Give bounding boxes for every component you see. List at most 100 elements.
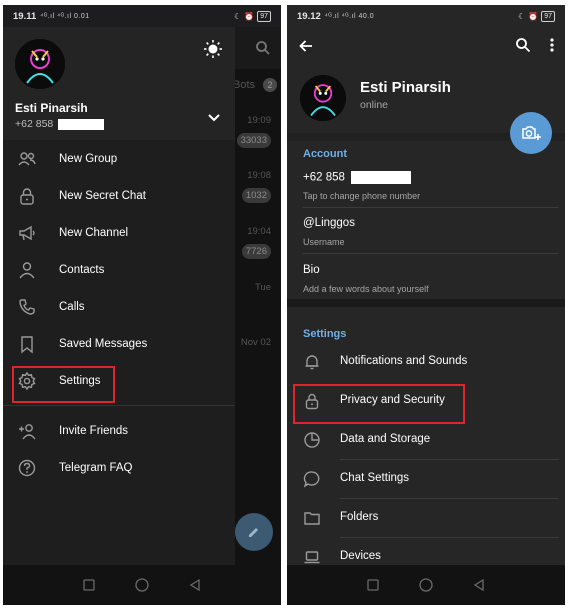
chat-list-behind: Bots 2 19:09 33033 19:08 1032 19:04 7726… — [233, 27, 281, 567]
signal-indicators: ⁴ᴳ.ıl ⁴ᴳ.ıl 40.0 — [324, 12, 375, 20]
menu-item-label: New Group — [59, 152, 118, 165]
more-vertical-icon[interactable] — [549, 37, 555, 53]
battery-indicator: 97 — [541, 10, 555, 22]
menu-item-saved-messages[interactable]: Saved Messages — [3, 325, 235, 362]
menu-item-calls[interactable]: Calls — [3, 288, 235, 325]
set-photo-button[interactable] — [510, 112, 552, 154]
drawer-menu: New Group New Secret Chat New Channel Co… — [3, 140, 235, 486]
phone-number: +62 858 — [303, 171, 411, 184]
menu-item-label: Saved Messages — [59, 337, 148, 350]
chat-list-toolbar — [235, 27, 281, 69]
username-value: @Linggos — [303, 217, 355, 229]
bell-icon — [305, 355, 319, 370]
setting-notifications-and-sounds[interactable]: Notifications and Sounds — [287, 343, 565, 382]
menu-item-settings[interactable]: Settings — [3, 362, 235, 399]
back-nav-icon[interactable] — [189, 579, 201, 591]
status-right-icons: ☾ ⏰ 97 — [518, 10, 555, 22]
alarm-icon: ⏰ — [244, 11, 255, 21]
redaction-block — [350, 171, 411, 184]
sun-icon[interactable] — [203, 39, 223, 59]
chat-time: 19:08 — [247, 170, 271, 181]
setting-label: Data and Storage — [340, 433, 431, 445]
section-title: Account — [303, 148, 347, 160]
setting-folders[interactable]: Folders — [287, 499, 565, 538]
unread-count: 7726 — [241, 244, 271, 259]
system-nav-bar — [287, 565, 565, 605]
back-nav-icon[interactable] — [473, 579, 485, 591]
menu-divider — [3, 405, 235, 406]
home-icon[interactable] — [419, 578, 433, 592]
row-divider — [303, 253, 559, 254]
status-time: 19.11 — [13, 10, 37, 22]
setting-privacy-and-security[interactable]: Privacy and Security — [287, 382, 565, 421]
search-icon[interactable] — [515, 37, 531, 53]
menu-item-label: New Secret Chat — [59, 189, 146, 202]
menu-item-label: Invite Friends — [59, 424, 129, 437]
menu-item-label: Calls — [59, 300, 85, 313]
menu-item-label: Settings — [59, 374, 101, 387]
bio-label: Bio — [303, 264, 320, 276]
setting-chat-settings[interactable]: Chat Settings — [287, 460, 565, 499]
group-icon — [18, 152, 36, 166]
phone-hint: Tap to change phone number — [303, 191, 421, 201]
question-icon — [18, 459, 36, 477]
unread-count: 33033 — [236, 133, 271, 148]
megaphone-icon — [19, 225, 35, 241]
battery-indicator: 97 — [257, 10, 271, 22]
chevron-down-icon[interactable] — [207, 113, 221, 123]
menu-item-invite-friends[interactable]: Invite Friends — [3, 412, 235, 449]
lock-icon — [20, 188, 34, 205]
profile-name: Esti Pinarsih — [360, 79, 451, 96]
pencil-icon — [249, 528, 258, 537]
account-name: Esti Pinarsih — [15, 101, 88, 115]
section-gap — [287, 299, 565, 307]
person-icon — [19, 262, 35, 279]
chat-time: Nov 02 — [240, 337, 271, 348]
moon-icon: ☾ — [234, 11, 242, 21]
signal-indicators: ⁴ᴳ.ıl ⁴ᴳ.ıl 0.01 — [40, 12, 90, 20]
setting-label: Privacy and Security — [340, 394, 445, 406]
lock-icon — [305, 393, 319, 410]
add-person-icon — [19, 424, 36, 440]
phone-number-text: +62 858 — [303, 171, 345, 184]
system-nav-bar — [3, 565, 281, 605]
setting-label: Folders — [340, 511, 379, 523]
chat-time: 19:09 — [247, 115, 271, 126]
search-icon[interactable] — [255, 40, 271, 56]
avatar[interactable] — [300, 75, 346, 121]
account-section: Account +62 858 Tap to change phone numb… — [287, 141, 565, 299]
status-time: 19.12 — [297, 10, 321, 22]
camera-add-icon — [522, 126, 541, 140]
left-phone-screen: 19.11 ⁴ᴳ.ıl ⁴ᴳ.ıl 0.01 ☾ ⏰ 97 Bots 2 19:… — [3, 5, 281, 605]
profile-status: online — [360, 99, 389, 111]
home-icon[interactable] — [135, 578, 149, 592]
arrow-left-icon[interactable] — [298, 38, 314, 54]
avatar-image — [15, 39, 65, 89]
menu-item-new-secret-chat[interactable]: New Secret Chat — [3, 177, 235, 214]
compose-button[interactable] — [235, 513, 273, 551]
chat-bubble-icon — [303, 471, 320, 488]
folder-icon — [304, 512, 320, 525]
tab-bots[interactable]: Bots — [233, 79, 255, 91]
row-divider — [303, 207, 559, 208]
phone-icon — [19, 299, 35, 315]
status-bar: 19.12 ⁴ᴳ.ıl ⁴ᴳ.ıl 40.0 ☾ ⏰ 97 — [287, 5, 565, 27]
moon-icon: ☾ — [518, 11, 526, 21]
recents-icon[interactable] — [367, 579, 379, 591]
chat-time: Tue — [254, 282, 271, 293]
redaction-block — [58, 118, 105, 130]
recents-icon[interactable] — [83, 579, 95, 591]
menu-item-new-channel[interactable]: New Channel — [3, 214, 235, 251]
menu-item-telegram-faq[interactable]: Telegram FAQ — [3, 449, 235, 486]
username-hint: Username — [303, 237, 345, 247]
menu-item-new-group[interactable]: New Group — [3, 140, 235, 177]
menu-item-label: Telegram FAQ — [59, 461, 133, 474]
bots-badge: 2 — [263, 78, 277, 92]
bio-hint: Add a few words about yourself — [303, 284, 429, 294]
avatar[interactable] — [15, 39, 65, 89]
setting-data-and-storage[interactable]: Data and Storage — [287, 421, 565, 460]
setting-label: Notifications and Sounds — [340, 355, 468, 367]
menu-item-contacts[interactable]: Contacts — [3, 251, 235, 288]
alarm-icon: ⏰ — [528, 11, 539, 21]
account-phone-number: +62 858 — [15, 118, 54, 130]
